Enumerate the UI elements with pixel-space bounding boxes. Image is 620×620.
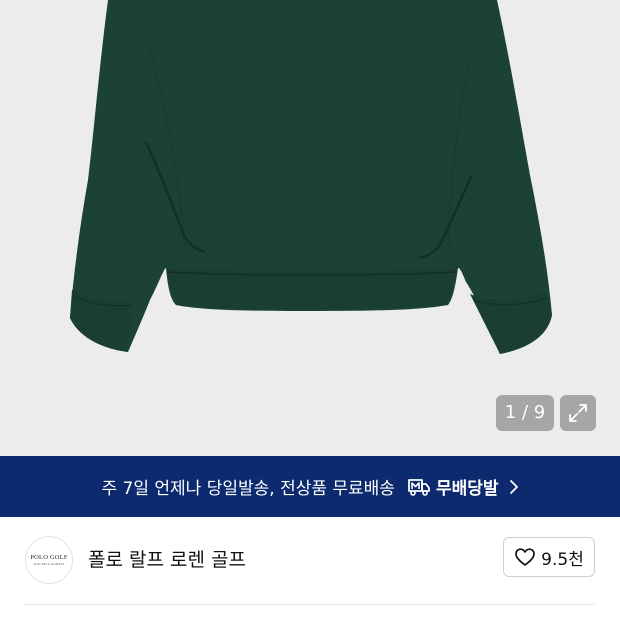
brand-row: POLO GOLF RALPH LAUREN 폴로 랄프 로렌 골프 9.5천: [0, 517, 620, 605]
product-image-sweatshirt: [70, 0, 552, 354]
product-image-gallery[interactable]: 1 / 9: [0, 0, 620, 456]
heart-outline-icon: [515, 548, 536, 566]
section-divider: [25, 604, 595, 605]
image-counter: 1 / 9: [496, 395, 554, 431]
free-delivery-badge: 무배당발: [407, 474, 499, 499]
free-delivery-badge-label: 무배당발: [435, 479, 499, 499]
brand-name-link[interactable]: 폴로 랄프 로렌 골프: [88, 547, 246, 573]
chevron-right-icon: [509, 479, 518, 494]
expand-arrows-icon: [569, 404, 587, 422]
shipping-promo-message: 주 7일 언제나 당일발송, 전상품 무료배송: [101, 479, 395, 499]
like-button[interactable]: 9.5천: [503, 537, 595, 577]
brand-logo[interactable]: POLO GOLF RALPH LAUREN: [25, 536, 73, 584]
brand-logo-line1: POLO GOLF: [30, 553, 68, 561]
delivery-truck-m-icon: [408, 478, 430, 496]
shipping-promo-banner[interactable]: 주 7일 언제나 당일발송, 전상품 무료배송 무배당발: [0, 456, 620, 517]
like-count: 9.5천: [541, 549, 584, 570]
expand-image-button[interactable]: [560, 395, 596, 431]
brand-logo-line2: RALPH LAUREN: [33, 561, 65, 566]
